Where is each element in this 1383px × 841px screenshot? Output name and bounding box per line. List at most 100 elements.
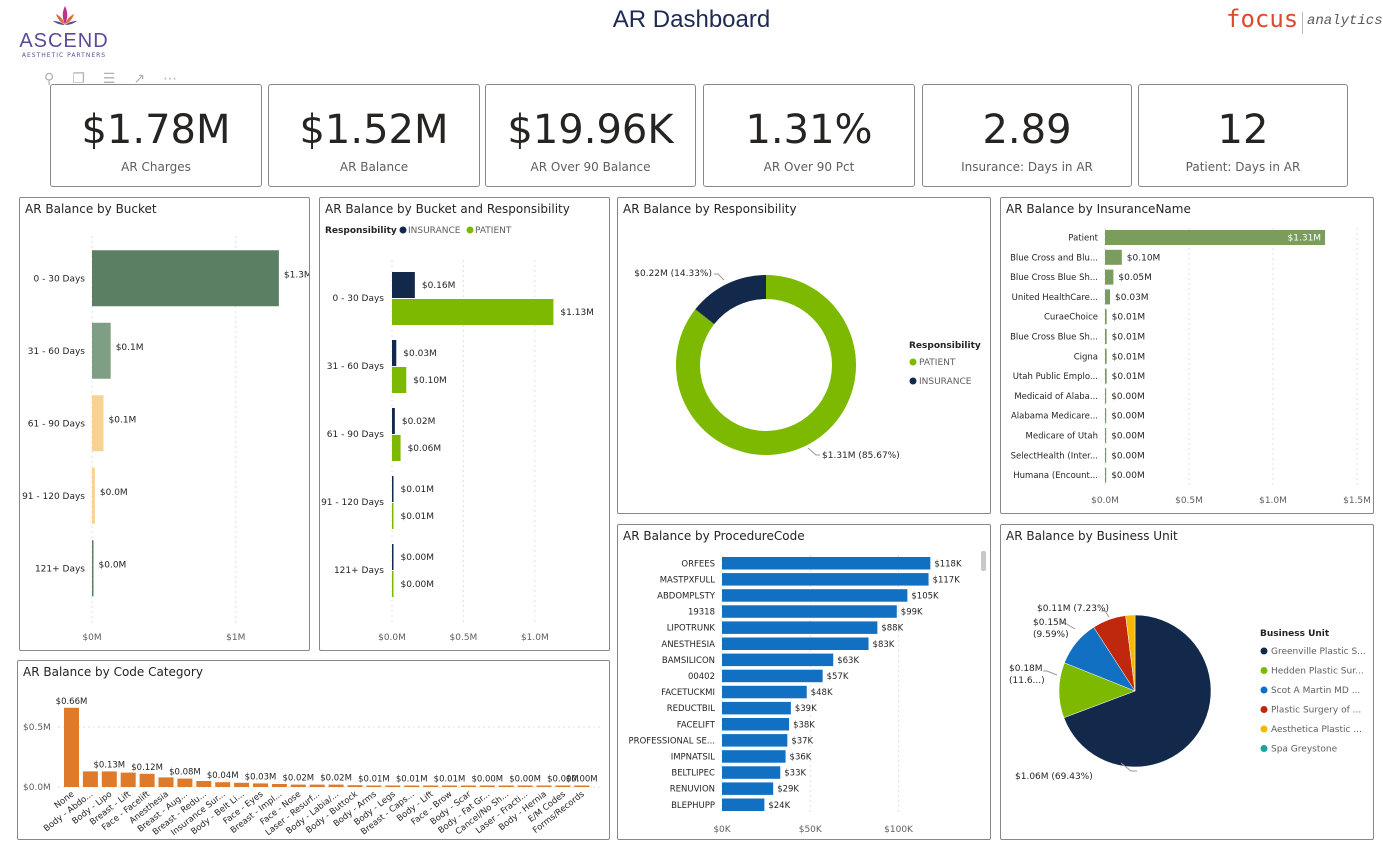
bar[interactable] <box>158 777 174 787</box>
bar[interactable] <box>722 557 931 570</box>
kpi-card-ar-over-90-balance[interactable]: $19.96K AR Over 90 Balance <box>485 84 696 187</box>
bar[interactable] <box>722 669 823 683</box>
bar[interactable] <box>1105 309 1107 325</box>
bucket-chart[interactable]: $0M $1M 0 - 30 Days $1.3M 31 - 60 Days $0.1M 6… <box>20 198 310 651</box>
bar[interactable] <box>1105 368 1107 384</box>
bar[interactable] <box>120 772 136 787</box>
bar[interactable] <box>1105 249 1122 265</box>
bar[interactable] <box>392 408 395 434</box>
data-label: $48K <box>811 688 833 698</box>
business-unit-pie-chart[interactable]: $1.06M (69.43%) $0.18M (11.6...) $0.15M (9.5… <box>1001 525 1374 840</box>
bar[interactable] <box>92 467 95 524</box>
bar[interactable] <box>392 272 415 298</box>
bar[interactable] <box>309 784 325 787</box>
panel-bucket[interactable]: AR Balance by Bucket $0M $1M 0 - 30 Days $1… <box>19 197 310 651</box>
donut-slice[interactable] <box>695 275 766 325</box>
bar[interactable] <box>517 785 533 788</box>
panel-responsibility[interactable]: AR Balance by Responsibility $1.31M (85.… <box>617 197 991 514</box>
bar[interactable] <box>1105 348 1107 364</box>
bar[interactable] <box>392 544 394 570</box>
bar[interactable] <box>722 750 786 763</box>
kpi-card-ar-charges[interactable]: $1.78M AR Charges <box>50 84 262 187</box>
bar[interactable] <box>271 784 287 787</box>
bar[interactable] <box>722 589 908 602</box>
procedure-bar-chart[interactable]: $0K $50K $100K ORFEES $118K MASTPXFULL $117K AB… <box>618 525 991 840</box>
bar[interactable] <box>92 322 111 379</box>
bar[interactable] <box>722 621 878 634</box>
data-label: $1.3M <box>284 270 310 280</box>
panel-business-unit[interactable]: AR Balance by Business Unit $1.06M (69.4… <box>1000 524 1374 840</box>
bar[interactable] <box>722 798 765 812</box>
bar[interactable] <box>392 476 394 502</box>
bar[interactable] <box>722 573 929 586</box>
bar[interactable] <box>722 766 781 779</box>
panel-procedure[interactable]: AR Balance by ProcedureCode $0K $50K $100K… <box>617 524 991 840</box>
bar[interactable] <box>253 783 268 787</box>
bar[interactable] <box>722 734 788 747</box>
bar[interactable] <box>392 435 401 461</box>
bar[interactable] <box>392 571 394 597</box>
bar[interactable] <box>92 540 94 597</box>
bar[interactable] <box>392 299 554 325</box>
bar[interactable] <box>92 395 104 452</box>
bar[interactable] <box>347 785 363 787</box>
legend-label: PATIENT <box>919 358 956 368</box>
kpi-card-patient-days[interactable]: 12 Patient: Days in AR <box>1138 84 1348 187</box>
kpi-card-ar-over-90-pct[interactable]: 1.31% AR Over 90 Pct <box>703 84 915 187</box>
insurance-bar-chart[interactable]: $0.0M $0.5M $1.0M $1.5M Patient $1.31M Blue Cr… <box>1001 198 1374 514</box>
bar[interactable] <box>498 785 514 788</box>
bar[interactable] <box>1105 329 1107 344</box>
panel-bucket-responsibility[interactable]: AR Balance by Bucket and Responsibility … <box>319 197 610 651</box>
bar[interactable] <box>722 782 774 795</box>
bar[interactable] <box>177 778 193 787</box>
responsibility-donut-chart[interactable]: $1.31M (85.67%) $0.22M (14.33%) Responsibi… <box>618 198 991 514</box>
bar[interactable] <box>479 785 495 788</box>
data-label: $0.00M <box>1111 471 1145 481</box>
bar[interactable] <box>392 340 397 366</box>
bar[interactable] <box>1105 269 1114 285</box>
bar[interactable] <box>392 367 407 393</box>
bar[interactable] <box>234 782 250 787</box>
data-label: $83K <box>873 640 895 650</box>
bar[interactable] <box>392 503 394 529</box>
bar[interactable] <box>722 637 869 651</box>
bar[interactable] <box>574 785 590 788</box>
bar[interactable] <box>328 784 344 787</box>
bar[interactable] <box>423 785 439 788</box>
bar[interactable] <box>290 784 306 787</box>
bar[interactable] <box>385 785 401 788</box>
bar[interactable] <box>215 782 231 787</box>
bar[interactable] <box>1105 428 1107 443</box>
bucket-responsibility-chart[interactable]: Responsibility INSURANCE PATIENT $0.0M $0.5M… <box>320 198 610 651</box>
data-label: $0.01M <box>1112 333 1146 343</box>
bar[interactable] <box>196 781 212 787</box>
bar[interactable] <box>1105 447 1107 463</box>
bar[interactable] <box>366 785 382 788</box>
bar[interactable] <box>139 773 155 787</box>
bar[interactable] <box>722 685 807 699</box>
scrollbar-thumb[interactable] <box>981 551 986 571</box>
bar[interactable] <box>1105 289 1111 305</box>
bar[interactable] <box>722 653 834 667</box>
kpi-card-insurance-days[interactable]: 2.89 Insurance: Days in AR <box>922 84 1132 187</box>
bar[interactable] <box>1105 408 1107 424</box>
bar[interactable] <box>555 785 571 788</box>
legend-marker <box>1260 647 1268 655</box>
bar[interactable] <box>101 771 117 787</box>
bar[interactable] <box>1105 388 1107 404</box>
bar[interactable] <box>722 605 897 618</box>
code-category-chart[interactable]: $0.0M$0.5MNoneBody - Abdo...Body - LipoB… <box>18 661 610 840</box>
bar[interactable] <box>460 785 476 788</box>
bar[interactable] <box>92 250 279 307</box>
bar[interactable] <box>82 771 98 787</box>
bar[interactable] <box>722 701 791 715</box>
bar[interactable] <box>442 785 457 788</box>
panel-code-category[interactable]: AR Balance by Code Category $0.0M $0.5M No… <box>17 660 610 840</box>
bar[interactable] <box>1105 467 1107 483</box>
bar[interactable] <box>404 785 420 788</box>
panel-insurance[interactable]: AR Balance by InsuranceName $0.0M $0.5M $1… <box>1000 197 1374 514</box>
bar[interactable] <box>64 707 79 787</box>
kpi-card-ar-balance[interactable]: $1.52M AR Balance <box>268 84 480 187</box>
bar[interactable] <box>536 785 552 788</box>
bar[interactable] <box>722 718 790 731</box>
